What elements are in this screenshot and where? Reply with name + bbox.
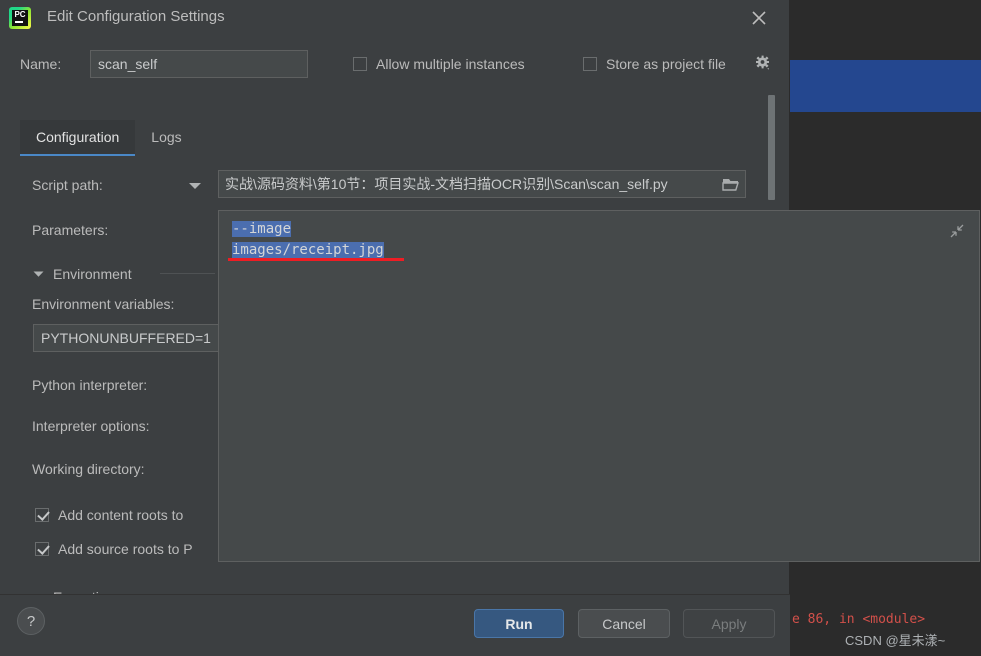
- store-as-project-file-checkbox[interactable]: [583, 57, 597, 71]
- name-label: Name:: [20, 56, 62, 72]
- pycharm-logo-text: PC: [12, 10, 28, 26]
- collapse-diagonal-icon[interactable]: [949, 223, 965, 239]
- allow-multiple-instances-label: Allow multiple instances: [376, 56, 525, 72]
- interpreter-options-label: Interpreter options:: [32, 418, 150, 434]
- add-source-roots-checkbox-row[interactable]: Add source roots to P: [35, 541, 193, 557]
- environment-variables-label: Environment variables:: [32, 296, 175, 312]
- add-content-roots-checkbox-row[interactable]: Add content roots to: [35, 507, 183, 523]
- name-input[interactable]: [90, 50, 308, 78]
- csdn-watermark: CSDN @星未漾~: [845, 633, 946, 648]
- background-error-text: e 86, in <module>: [792, 612, 926, 627]
- dialog-title: Edit Configuration Settings: [47, 8, 225, 25]
- folder-icon[interactable]: [717, 171, 745, 197]
- run-button[interactable]: Run: [474, 609, 564, 638]
- screen-root: e 86, in <module> CSDN @星未漾~ PC Edit Con…: [0, 0, 981, 656]
- store-as-project-file-checkbox-row[interactable]: Store as project file: [583, 56, 726, 72]
- script-path-field[interactable]: 实战\源码资料\第10节：项目实战-文档扫描OCR识别\Scan\scan_se…: [218, 170, 746, 198]
- dialog-titlebar: PC Edit Configuration Settings: [0, 0, 789, 36]
- working-directory-label: Working directory:: [32, 461, 145, 477]
- allow-multiple-instances-checkbox[interactable]: [353, 57, 367, 71]
- add-source-roots-label: Add source roots to P: [58, 541, 193, 557]
- chevron-down-icon[interactable]: [188, 178, 202, 196]
- dialog-footer: ? Run Cancel Apply: [0, 594, 790, 656]
- store-as-project-file-label: Store as project file: [606, 56, 726, 72]
- parameters-expanded-panel[interactable]: --image images/receipt.jpg: [218, 210, 980, 562]
- script-path-label: Script path:: [32, 177, 103, 193]
- apply-button: Apply: [683, 609, 775, 638]
- dialog-tabs: Configuration Logs: [20, 120, 198, 156]
- add-content-roots-label: Add content roots to: [58, 507, 184, 523]
- parameters-line-2: images/receipt.jpg: [232, 242, 384, 258]
- tab-configuration[interactable]: Configuration: [20, 120, 136, 156]
- environment-variables-input[interactable]: [33, 324, 219, 352]
- add-source-roots-checkbox[interactable]: [35, 542, 49, 556]
- dialog-scrollbar-thumb[interactable]: [768, 95, 775, 200]
- caret-down-icon: [33, 265, 44, 283]
- pycharm-logo-icon: PC: [9, 7, 31, 29]
- background-selected-line: [790, 60, 981, 112]
- python-interpreter-label: Python interpreter:: [32, 377, 148, 393]
- gear-icon[interactable]: [755, 55, 771, 71]
- parameters-label: Parameters:: [32, 222, 109, 238]
- script-path-value: 实战\源码资料\第10节：项目实战-文档扫描OCR识别\Scan\scan_se…: [225, 176, 668, 192]
- tab-logs[interactable]: Logs: [135, 120, 197, 154]
- allow-multiple-instances-checkbox-row[interactable]: Allow multiple instances: [353, 56, 525, 72]
- section-divider: [160, 273, 215, 274]
- close-icon[interactable]: [748, 7, 770, 29]
- add-content-roots-checkbox[interactable]: [35, 508, 49, 522]
- cancel-button[interactable]: Cancel: [578, 609, 670, 638]
- red-annotation-underline: [228, 258, 404, 261]
- question-mark-icon[interactable]: ?: [17, 607, 45, 635]
- parameters-line-1: --image: [232, 221, 292, 237]
- parameters-text[interactable]: --image images/receipt.jpg: [232, 219, 384, 261]
- environment-section-toggle[interactable]: Environment: [33, 265, 132, 283]
- environment-section-label: Environment: [53, 266, 132, 282]
